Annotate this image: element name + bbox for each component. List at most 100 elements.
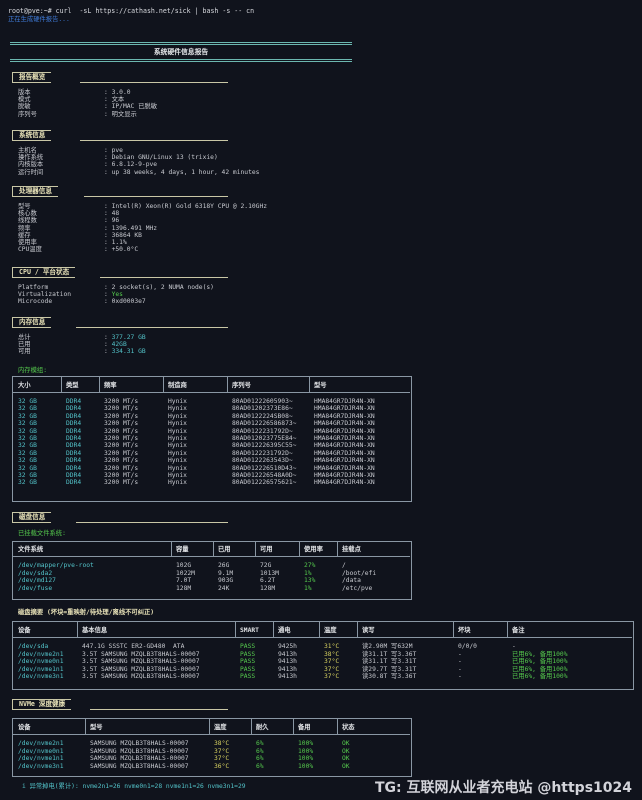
kv-value: 334.31 GB [111, 348, 146, 356]
table-cell: 32 GB [18, 405, 37, 413]
table-cell: 38°C [214, 740, 230, 747]
kv-value: 2 socket(s), 2 NUMA node(s) [111, 284, 214, 291]
section-title-disk-summary: 磁盘摘要 (坏块=重映射/待处理/离线不可纠正) [18, 609, 155, 616]
table-cell: 3200 MT/s [104, 457, 139, 465]
kv-separator: : [104, 348, 112, 356]
table-cell: HMA84GR7DJR4N-XN [314, 479, 375, 487]
table-cell: 102G [176, 562, 192, 569]
table-cell: Hynix [168, 398, 187, 405]
table-cell: 9425h [278, 643, 297, 650]
table-cell: 32 GB [18, 427, 37, 435]
table-cell: 3.5T SAMSUNG MZQLB3T8HALS-00007 [82, 658, 200, 665]
table-cell: 72G [260, 562, 272, 569]
memory-modules-label: 内存模组: [18, 367, 47, 374]
table-cell: 0/0/0 [458, 643, 477, 650]
table-cell: /dev/nvme2n1 [18, 650, 64, 658]
table-cell: DDR4 [66, 457, 82, 465]
table-cell: PASS [240, 650, 256, 658]
table-cell: DDR4 [66, 405, 82, 413]
table-cell: DDR4 [66, 427, 82, 435]
terminal-status-line: 正在生成硬件报告... [8, 16, 70, 23]
table-cell: 32 GB [18, 464, 37, 472]
table-header-cell: 型号 [314, 382, 327, 389]
kv-separator: : [104, 298, 112, 306]
table-cell: 31°C [324, 643, 340, 650]
kv-separator: : [104, 147, 112, 154]
table-cell: 37°C [214, 747, 230, 755]
table-cell: - [458, 658, 462, 665]
kv-separator: : [104, 217, 112, 225]
table-cell: /dev/mapper/pve-root [18, 562, 94, 569]
table-header-cell: 容量 [176, 546, 189, 553]
kv-row: 型号: Intel(R) Xeon(R) Gold 6318Y CPU @ 2.… [18, 203, 267, 210]
table-cell: 读2.90M 写632M [362, 643, 413, 650]
table-cell: 100% [298, 747, 314, 755]
table-cell: 80AD012226575621~ [232, 479, 297, 487]
column-separator [61, 377, 62, 392]
table-cell: SAMSUNG MZQLB3T8HALS-00007 [90, 755, 189, 762]
table-cell: HMA84GR7DJR4N-XN [314, 427, 375, 435]
table-header-cell: 耐久 [256, 724, 269, 731]
section-title-nvme-health: NVMe 深度健康 [12, 699, 72, 710]
section-underline [80, 140, 228, 141]
table-cell: 6% [256, 762, 264, 770]
column-separator [299, 542, 300, 557]
table-cell: 已用6%, 备用100% [512, 650, 568, 658]
section-title-disk: 磁盘信息 [12, 512, 52, 523]
kv-separator: : [104, 291, 112, 299]
table-cell: /dev/sda [18, 643, 49, 650]
table-cell: 9413h [278, 665, 297, 673]
table-cell: 37°C [324, 673, 340, 680]
kv-value: Intel(R) Xeon(R) Gold 6318Y CPU @ 2.10GH… [111, 203, 268, 210]
table-header-cell: SMART [240, 627, 259, 634]
table-cell: PASS [240, 665, 256, 673]
kv-key: 运行时间 [18, 168, 44, 176]
watermark-text: TG: 互联网从业者充电站 @https1024 [374, 779, 632, 796]
section-underline [90, 709, 228, 710]
column-separator [171, 542, 172, 557]
column-separator [453, 622, 454, 637]
table-cell: 32 GB [18, 472, 37, 479]
table-cell: 80AD012226510D43~ [232, 464, 297, 472]
table-cell: PASS [240, 673, 256, 680]
table-cell: Hynix [168, 479, 187, 487]
kv-key: 序列号 [18, 110, 37, 118]
column-separator [235, 622, 236, 637]
table-cell: 已用6%, 备用100% [512, 665, 568, 673]
section-underline [76, 522, 228, 523]
table-cell: 32 GB [18, 479, 37, 487]
column-separator [293, 719, 294, 734]
table-cell: 已用6%, 备用100% [512, 658, 568, 665]
kv-separator: : [104, 239, 112, 246]
kv-value: 1.1% [111, 239, 127, 246]
table-cell: OK [342, 740, 350, 747]
table-cell: 读31.1T 写3.36T [362, 650, 417, 658]
column-separator [85, 719, 86, 734]
kv-key: 可用 [18, 348, 31, 356]
table-header-cell: 坏块 [458, 627, 471, 634]
table-cell: OK [342, 747, 350, 755]
table-cell: Hynix [168, 442, 187, 450]
table-cell: HMA84GR7DJR4N-XN [314, 472, 375, 479]
table-cell: SAMSUNG MZQLB3T8HALS-00007 [90, 762, 189, 770]
table-cell: HMA84GR7DJR4N-XN [314, 457, 375, 465]
divider [10, 61, 352, 62]
table-header-cell: 通电 [278, 627, 291, 634]
table-cell: 80AD01222605903~ [232, 398, 293, 405]
table-cell: DDR4 [66, 449, 82, 457]
table-cell: 80AD012226586873~ [232, 420, 297, 428]
column-separator [255, 542, 256, 557]
table-header-cell: 状态 [342, 724, 355, 731]
table-cell: 6% [256, 755, 264, 762]
table-cell: 1% [304, 584, 312, 592]
table-cell: 3200 MT/s [104, 435, 139, 442]
table-cell: OK [342, 755, 350, 762]
table-cell: Hynix [168, 435, 187, 442]
kv-value: IP/MAC 已脱敏 [111, 103, 158, 111]
column-separator [337, 719, 338, 734]
table-cell: 903G [218, 577, 234, 584]
table-cell: 100% [298, 755, 314, 762]
table-cell: /dev/nvme0n1 [18, 747, 64, 755]
kv-separator: : [104, 161, 112, 169]
kv-row: 缓存: 36864 KB [18, 232, 142, 239]
